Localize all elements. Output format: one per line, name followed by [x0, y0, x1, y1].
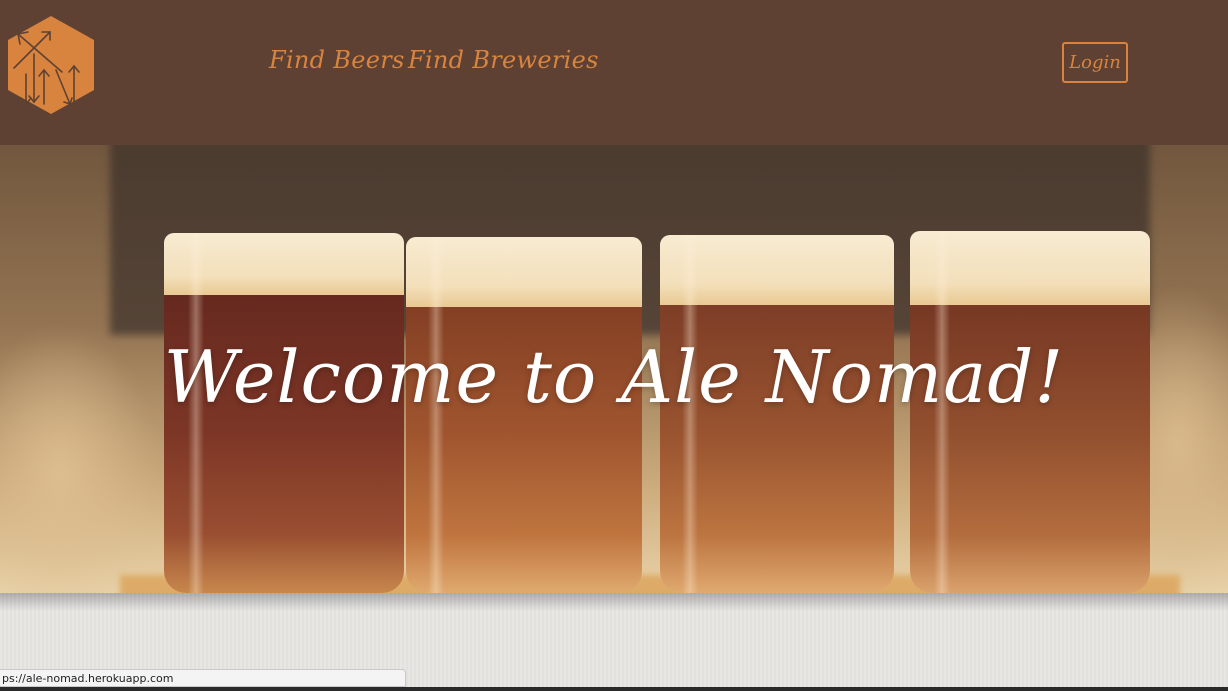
browser-status-url: ps://ale-nomad.herokuapp.com — [0, 669, 406, 687]
arrows-hexagon-logo-icon[interactable] — [4, 14, 98, 116]
site-header: Find Beers Find Breweries Login — [0, 0, 1228, 145]
nav-find-breweries[interactable]: Find Breweries — [408, 46, 599, 74]
page: Find Beers Find Breweries Login Welcome … — [0, 0, 1228, 691]
hero-banner: Welcome to Ale Nomad! — [0, 145, 1228, 593]
bottom-edge — [0, 687, 1228, 691]
login-button[interactable]: Login — [1062, 42, 1128, 83]
hero-bottom-shadow — [0, 593, 1228, 611]
nav-find-beers[interactable]: Find Beers — [269, 46, 405, 74]
hero-title: Welcome to Ale Nomad! — [163, 335, 1065, 419]
